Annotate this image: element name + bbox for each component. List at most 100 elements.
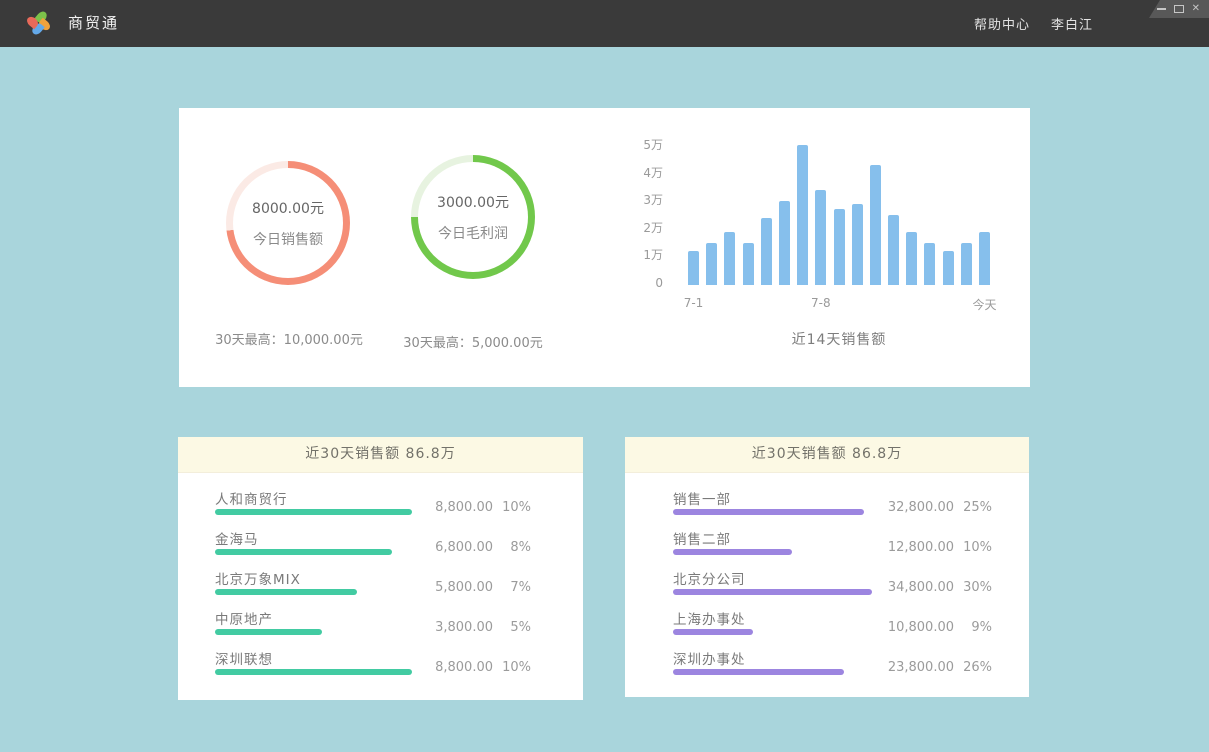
rank-row-percent: 10% [954, 540, 992, 555]
today-summary-card: 8000.00元 今日销售额 3000.00元 今日毛利润 30天最高：10,0… [179, 108, 1030, 387]
rank-row-values: 10,800.009% [872, 620, 992, 635]
rank-row-percent: 10% [493, 660, 531, 675]
rank-row-values: 6,800.008% [419, 540, 531, 555]
titlebar: 商贸通 帮助中心 李白江 ✕ [0, 0, 1209, 47]
window-controls: ✕ [1149, 0, 1209, 18]
help-center-link[interactable]: 帮助中心 [974, 14, 1030, 33]
rank-row-bar [215, 669, 412, 675]
rank-row-bar [673, 549, 792, 555]
y-axis-tick-label: 5万 [623, 137, 663, 153]
rank-row-name: 销售一部 [673, 488, 731, 508]
sales-day-bar[interactable] [688, 251, 699, 285]
rank-row-name: 深圳联想 [215, 648, 273, 668]
rank-row-values: 32,800.0025% [872, 500, 992, 515]
rank-row-name: 深圳办事处 [673, 648, 746, 668]
rank-row-bar [673, 629, 753, 635]
rank-row-percent: 5% [493, 620, 531, 635]
today-sales-label: 今日销售额 [253, 229, 323, 249]
rank-row-bar [673, 589, 872, 595]
close-icon[interactable]: ✕ [1192, 4, 1200, 14]
rank-row-percent: 10% [493, 500, 531, 515]
sales-day-bar[interactable] [724, 232, 735, 285]
rank-row: 中原地产 3,800.005% [178, 607, 583, 647]
sales-day-bar[interactable] [943, 251, 954, 285]
rank-row: 北京万象MIX 5,800.007% [178, 567, 583, 607]
rank-row-values: 3,800.005% [419, 620, 531, 635]
rank-row: 北京分公司34,800.0030% [625, 567, 1029, 607]
sales-day-bar[interactable] [815, 190, 826, 285]
sales-day-bar[interactable] [779, 201, 790, 285]
sales-day-bar[interactable] [834, 209, 845, 285]
sales-day-bar[interactable] [870, 165, 881, 285]
rank-row-bar [673, 509, 864, 515]
rank-row: 人和商贸行 8,800.0010% [178, 487, 583, 527]
sales-14d-bar-chart: 近14天销售额 5万 4万 3万 2万 1万 0 7-1 7-8 今天 [623, 137, 1003, 357]
y-axis-tick-label: 2万 [623, 220, 663, 236]
rank-row-name: 上海办事处 [673, 608, 746, 628]
customer-rank-header: 近30天销售额 86.8万 [178, 437, 583, 473]
sales-day-bar[interactable] [852, 204, 863, 285]
sales-day-bar[interactable] [743, 243, 754, 285]
rank-row-amount: 3,800.00 [419, 620, 493, 635]
rank-row-percent: 25% [954, 500, 992, 515]
maximize-icon[interactable] [1174, 5, 1184, 13]
y-axis-tick-label: 1万 [623, 247, 663, 263]
user-menu[interactable]: 李白江 [1051, 14, 1093, 33]
titlebar-menu: 帮助中心 李白江 [974, 0, 1093, 47]
rank-row-name: 金海马 [215, 528, 259, 548]
app-logo-pinwheel-icon [28, 12, 50, 34]
sales-day-bar[interactable] [706, 243, 717, 285]
y-axis-tick-label: 4万 [623, 165, 663, 181]
department-rank-list: 销售一部32,800.0025%销售二部12,800.0010%北京分公司34,… [625, 473, 1029, 687]
rank-row-amount: 5,800.00 [419, 580, 493, 595]
sales-day-bar[interactable] [979, 232, 990, 285]
rank-row-values: 8,800.0010% [419, 500, 531, 515]
department-rank-card: 近30天销售额 86.8万 销售一部32,800.0025%销售二部12,800… [625, 437, 1029, 697]
x-axis-tick-label: 7-8 [811, 296, 831, 310]
y-axis-tick-label: 3万 [623, 192, 663, 208]
sales-day-bar[interactable] [906, 232, 917, 285]
rank-row-bar [215, 589, 357, 595]
customer-rank-card: 近30天销售额 86.8万 人和商贸行8,800.0010%金海马6,800.0… [178, 437, 583, 700]
y-axis-tick-label: 0 [623, 275, 663, 291]
profit-30d-max-note: 30天最高：5,000.00元 [363, 332, 583, 351]
minimize-icon[interactable] [1157, 8, 1166, 10]
bar-chart-plot-area [688, 145, 990, 285]
rank-row-percent: 7% [493, 580, 531, 595]
today-profit-donut: 3000.00元 今日毛利润 [411, 155, 535, 279]
app-title: 商贸通 [68, 0, 119, 47]
rank-row: 金海马 6,800.008% [178, 527, 583, 567]
rank-row: 深圳联想 8,800.0010% [178, 647, 583, 687]
rank-row-name: 北京分公司 [673, 568, 746, 588]
rank-row-values: 8,800.0010% [419, 660, 531, 675]
sales-day-bar[interactable] [797, 145, 808, 285]
sales-day-bar[interactable] [961, 243, 972, 285]
donut-center-text: 8000.00元 今日销售额 [226, 161, 350, 285]
rank-row: 深圳办事处23,800.0026% [625, 647, 1029, 687]
x-axis-tick-label: 7-1 [684, 296, 704, 310]
rank-row-name: 中原地产 [215, 608, 273, 628]
rank-row-bar [215, 549, 392, 555]
today-sales-donut: 8000.00元 今日销售额 [226, 161, 350, 285]
bar-chart-title: 近14天销售额 [688, 329, 990, 349]
rank-row: 上海办事处 10,800.009% [625, 607, 1029, 647]
today-profit-value: 3000.00元 [437, 192, 509, 212]
rank-row-amount: 12,800.00 [872, 540, 954, 555]
rank-row-bar [215, 629, 322, 635]
today-profit-label: 今日毛利润 [438, 223, 508, 243]
sales-day-bar[interactable] [924, 243, 935, 285]
rank-row-percent: 26% [954, 660, 992, 675]
rank-row-name: 北京万象MIX [215, 568, 301, 588]
rank-row-name: 人和商贸行 [215, 488, 288, 508]
rank-row-amount: 6,800.00 [419, 540, 493, 555]
x-axis-tick-label: 今天 [972, 296, 996, 313]
rank-row-amount: 8,800.00 [419, 660, 493, 675]
today-sales-value: 8000.00元 [252, 198, 324, 218]
sales-day-bar[interactable] [888, 215, 899, 285]
rank-row-bar [215, 509, 412, 515]
customer-rank-list: 人和商贸行8,800.0010%金海马6,800.008%北京万象MIX5,80… [178, 473, 583, 687]
sales-day-bar[interactable] [761, 218, 772, 285]
rank-row-amount: 34,800.00 [872, 580, 954, 595]
rank-row: 销售一部 32,800.0025% [625, 487, 1029, 527]
rank-row-values: 12,800.0010% [872, 540, 992, 555]
